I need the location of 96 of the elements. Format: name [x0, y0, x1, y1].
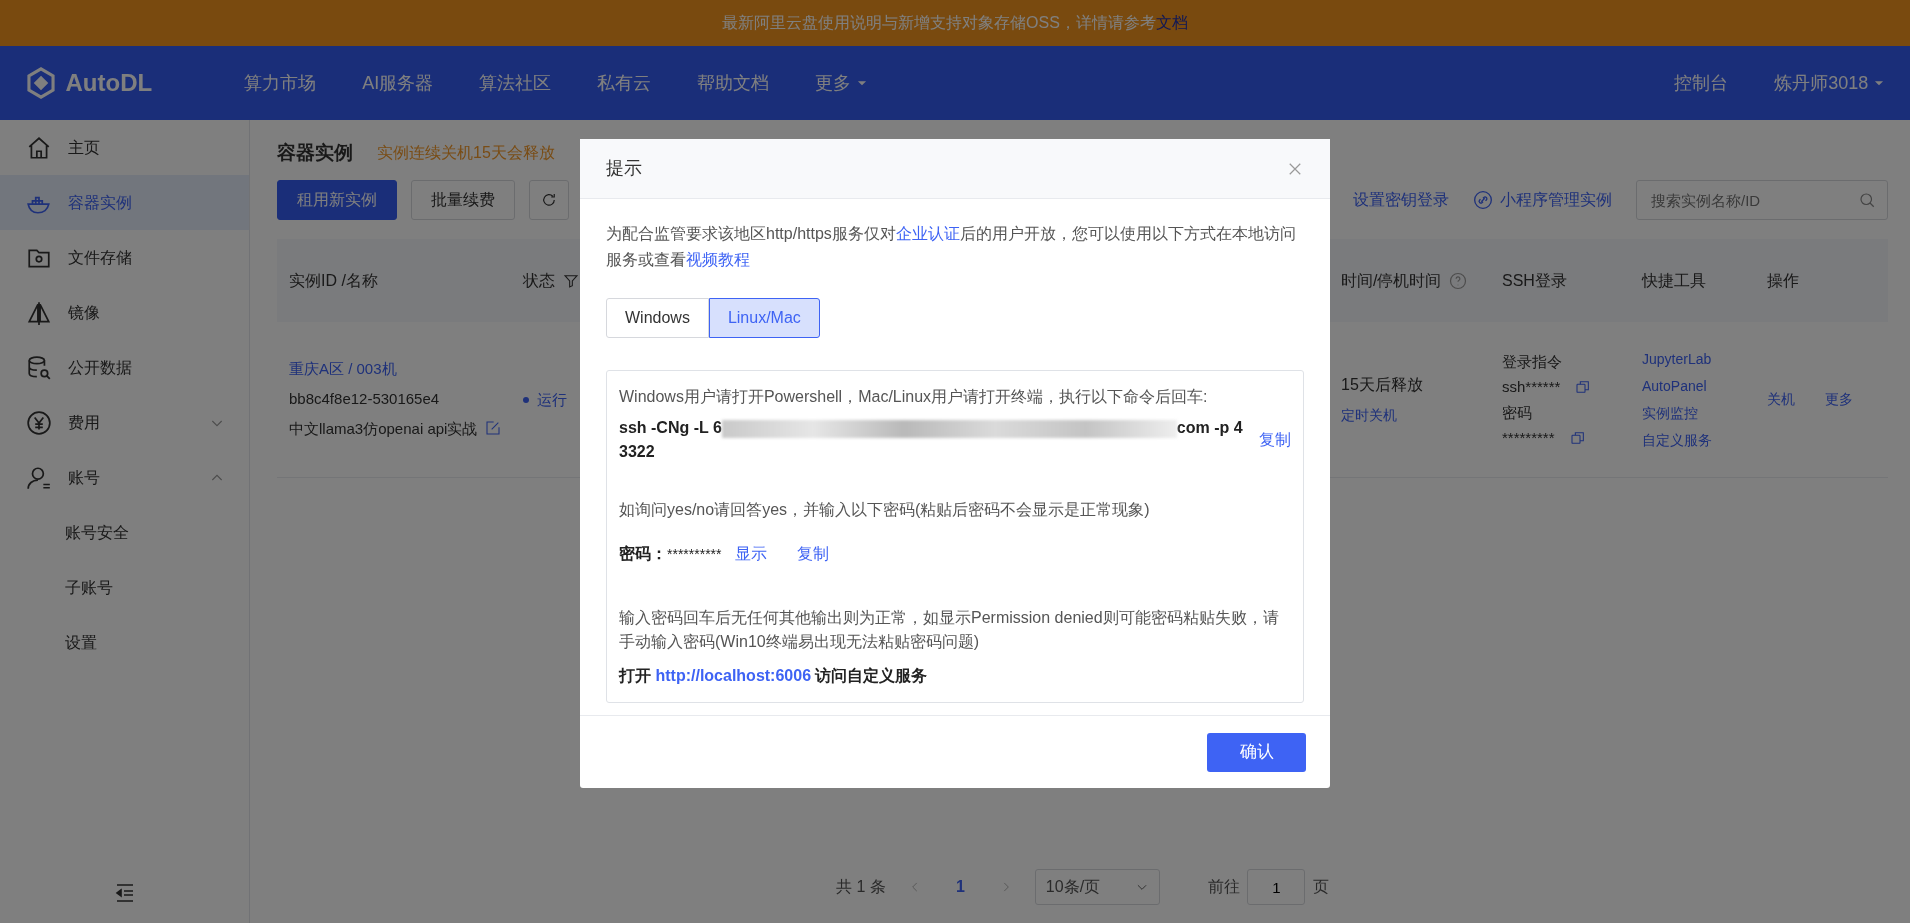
- instance-id: bb8c4f8e12-530165e4: [289, 389, 441, 410]
- column-header: 时间/停机时间: [1341, 270, 1442, 291]
- brand-name: AutoDL: [65, 68, 153, 98]
- password-value: **********: [667, 544, 722, 564]
- mini-program-link[interactable]: 小程序管理实例: [1472, 188, 1612, 212]
- console-link[interactable]: 控制台: [1674, 69, 1729, 97]
- page-number[interactable]: 1: [943, 875, 977, 899]
- intro-text: 为配合监管要求该地区http/https服务仅对企业认证后的用户开放，您可以使用以下方式在本地访问服务或查看视频教程: [606, 224, 1297, 271]
- action-link[interactable]: 更多: [1825, 389, 1853, 410]
- ssh-password: *********: [1502, 428, 1555, 448]
- column-header: 操作: [1767, 270, 1799, 291]
- sidebar-label: 容器实例: [68, 192, 133, 213]
- os-tab[interactable]: Linux/Mac: [708, 297, 820, 338]
- page-size-select[interactable]: 10条/页: [1034, 869, 1160, 905]
- sidebar-item[interactable]: 公开数据: [0, 340, 249, 395]
- tool-link[interactable]: JupyterLab: [1642, 348, 1755, 370]
- sidebar-label: 费用: [68, 412, 101, 433]
- scheduled-shutdown-link[interactable]: 定时关机: [1341, 404, 1490, 426]
- copy-link[interactable]: 复制: [1259, 428, 1291, 453]
- goto-label: 前往: [1207, 877, 1240, 897]
- column-header: SSH登录: [1502, 270, 1567, 291]
- total-count: 共 1 条: [836, 877, 886, 897]
- database-search-icon: [26, 354, 52, 381]
- page-unit: 页: [1312, 877, 1329, 897]
- column-header: 快捷工具: [1642, 270, 1706, 291]
- copy-icon: [1569, 429, 1586, 446]
- sidebar-item[interactable]: 账号: [0, 450, 249, 505]
- confirm-button[interactable]: 确认: [1207, 732, 1306, 772]
- refresh-button[interactable]: [529, 180, 569, 220]
- tool-link[interactable]: 实例监控: [1642, 402, 1755, 424]
- search-field[interactable]: 搜索实例名称/ID: [1636, 180, 1888, 220]
- rent-instance-button[interactable]: 租用新实例: [277, 180, 397, 220]
- release-time: 15天后释放: [1341, 375, 1424, 396]
- tool-link[interactable]: 自定义服务: [1642, 429, 1755, 451]
- action-link[interactable]: 关机: [1767, 389, 1795, 410]
- instance-region-link[interactable]: 重庆A区 / 003机: [289, 358, 511, 381]
- sidebar-label: 公开数据: [68, 357, 133, 378]
- status-text: 运行: [523, 389, 567, 412]
- sidebar-item[interactable]: 文件存储: [0, 230, 249, 285]
- password-label: 密码：: [619, 544, 667, 565]
- nav-link[interactable]: 算法社区: [479, 69, 552, 97]
- announcement-text: 最新阿里云盘使用说明与新增支持对象存储OSS，详情请参考文档: [722, 13, 1188, 33]
- sidebar-item[interactable]: 主页: [0, 120, 249, 175]
- nav-link[interactable]: 私有云: [597, 69, 652, 97]
- instance-name: 中文llama3仿openai api实战: [289, 420, 478, 438]
- ssh-command: ssh******: [1502, 377, 1561, 397]
- note-text: 输入密码回车后无任何其他输出则为正常，如显示Permission denied则可能密码粘贴失败，请手动输入密码(Win10终端易出现无法粘贴密码问题): [619, 608, 1280, 653]
- submenu-item[interactable]: 设置: [0, 615, 249, 670]
- hint-text: 如询问yes/no请回答yes，并输入以下密码(粘贴后密码不会显示是正常现象): [619, 500, 1151, 521]
- release-notice: 实例连续关机15天会释放: [377, 143, 555, 163]
- show-password-link[interactable]: 显示: [735, 542, 768, 567]
- docs-link[interactable]: 文档: [1155, 14, 1188, 31]
- sidebar-label: 镜像: [68, 302, 101, 323]
- filter-icon: [562, 272, 579, 289]
- link-icon: [1472, 190, 1493, 210]
- ssh-label: 密码: [1502, 402, 1533, 423]
- open-url-text: 打开 http://localhost:6006 访问自定义服务: [619, 666, 929, 687]
- ssh-key-link[interactable]: 设置密钥登录: [1352, 188, 1449, 212]
- url-link[interactable]: http://localhost:6006: [655, 667, 812, 685]
- copy-icon: [1575, 378, 1592, 395]
- sidebar-item[interactable]: 镜像: [0, 285, 249, 340]
- ssh-command-text: ssh -CNg -L 6 com -p 43322: [619, 418, 1244, 463]
- yen-icon: [26, 409, 52, 436]
- help-icon: [1448, 271, 1467, 290]
- nav-link[interactable]: AI服务器: [362, 69, 434, 97]
- search-icon: [1858, 191, 1876, 209]
- page-title: 容器实例: [277, 140, 353, 165]
- sidebar-label: 账号: [68, 467, 101, 488]
- more-menu[interactable]: 更多: [815, 69, 869, 97]
- instruction-text: Windows用户请打开Powershell，Mac/Linux用户请打开终端，执行以下命令后回车:: [619, 386, 1209, 407]
- sidebar-label: 文件存储: [68, 247, 133, 268]
- os-tab[interactable]: Windows: [606, 297, 709, 338]
- status-dot: [523, 397, 529, 404]
- ssh-label: 登录指令: [1502, 351, 1563, 372]
- submenu-item[interactable]: 子账号: [0, 560, 249, 615]
- user-icon: [26, 464, 52, 491]
- sidebar-label: 主页: [68, 137, 101, 158]
- refresh-icon: [540, 191, 558, 209]
- logo-icon: [24, 66, 58, 100]
- batch-renew-button[interactable]: 批量续费: [411, 180, 515, 220]
- submenu-item[interactable]: 账号安全: [0, 505, 249, 560]
- column-header: 状态: [523, 270, 555, 291]
- user-menu[interactable]: 炼丹师3018: [1774, 69, 1886, 97]
- column-header: 实例ID /名称: [289, 270, 378, 291]
- nav-link[interactable]: 帮助文档: [697, 69, 770, 97]
- text-link[interactable]: 企业认证: [895, 225, 960, 242]
- tool-link[interactable]: AutoPanel: [1642, 375, 1755, 397]
- mirror-icon: [26, 299, 52, 326]
- copy-link[interactable]: 复制: [797, 542, 830, 567]
- text-link[interactable]: 视频教程: [686, 251, 750, 269]
- sidebar-item[interactable]: 容器实例: [0, 175, 249, 230]
- dialog-title: 提示: [606, 157, 642, 180]
- nav-link[interactable]: 算力市场: [244, 69, 317, 97]
- edit-icon: [485, 420, 502, 437]
- sidebar-item[interactable]: 费用: [0, 395, 249, 450]
- goto-page-field[interactable]: 1: [1247, 869, 1306, 905]
